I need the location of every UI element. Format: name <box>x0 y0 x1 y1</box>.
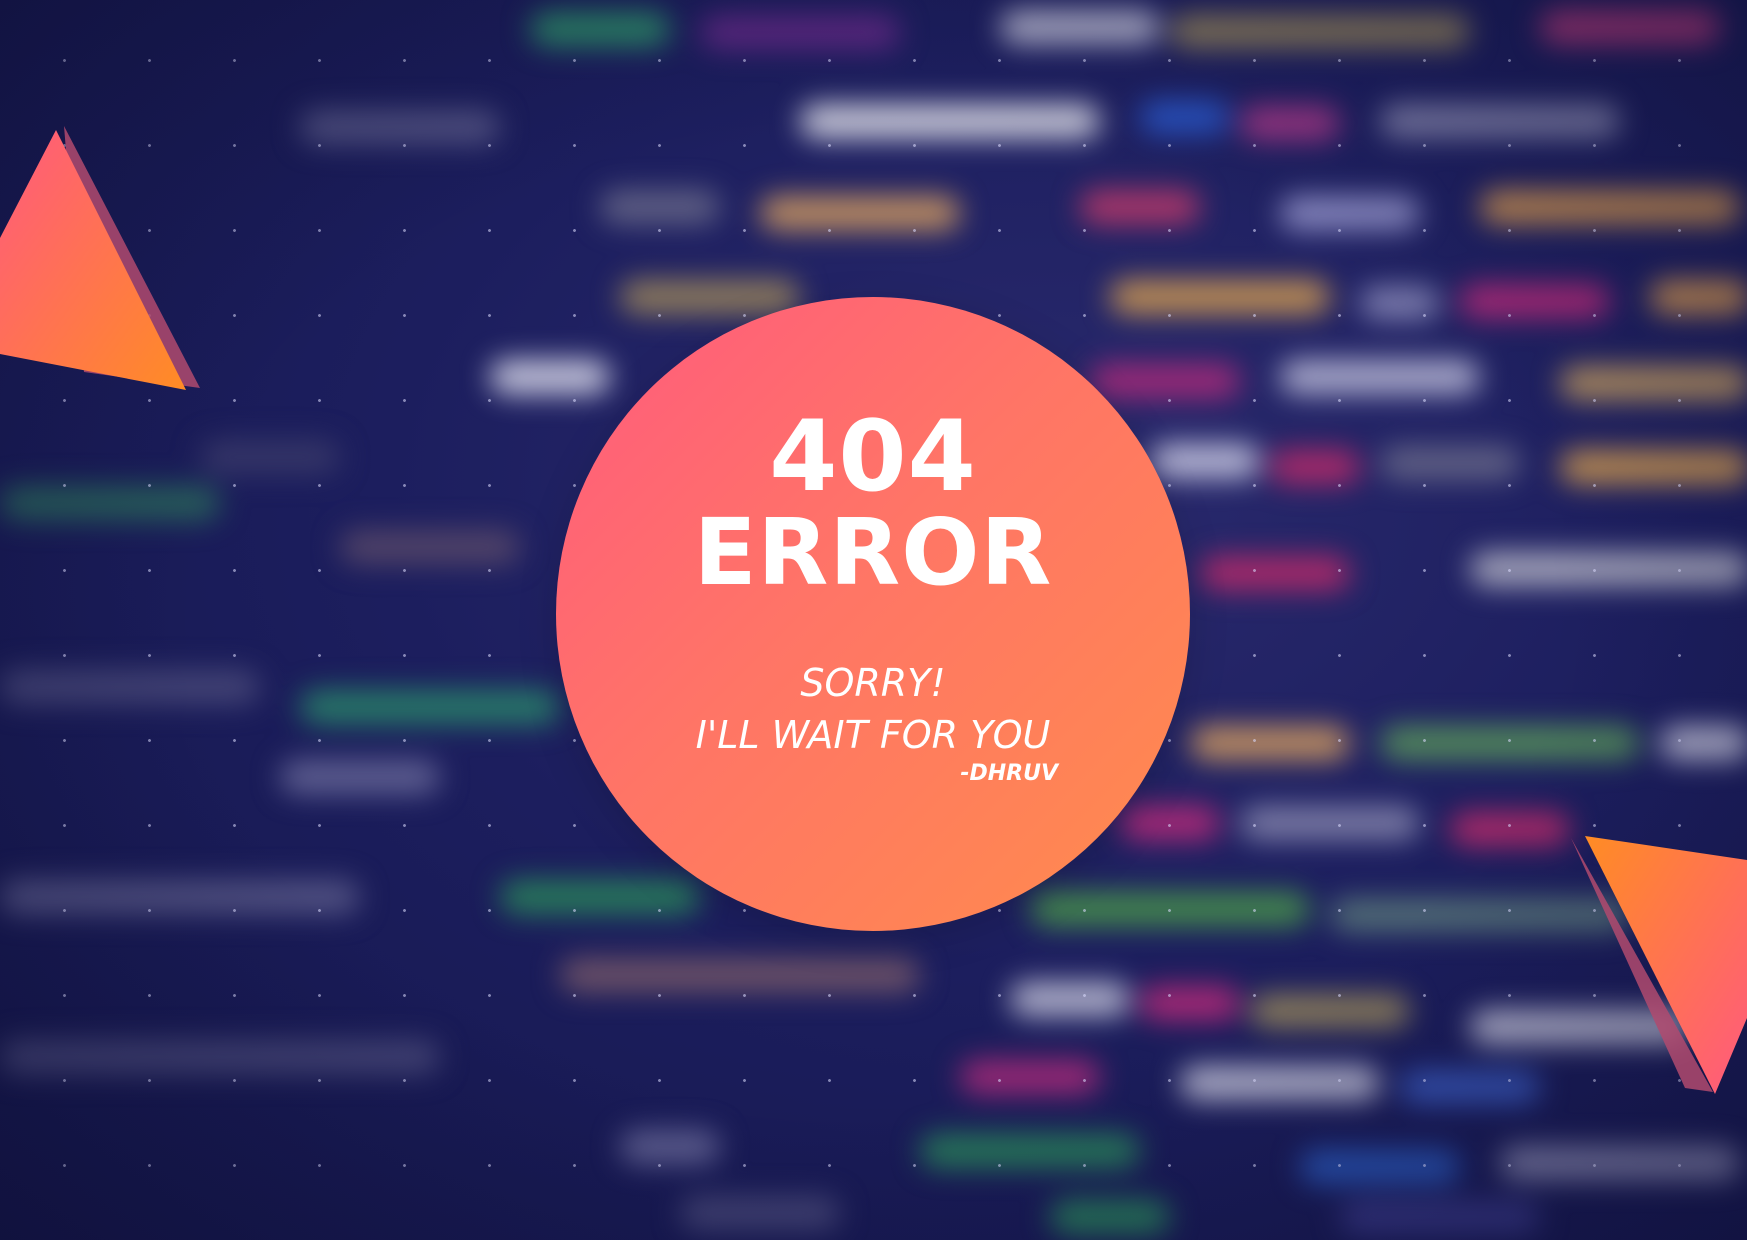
triangle-icon <box>0 126 200 390</box>
error-title: ERROR <box>693 499 1053 606</box>
error-circle: 404 ERROR SORRY! I'LL WAIT FOR YOU -DHRU… <box>556 297 1190 931</box>
signature: -DHRUV <box>960 761 1058 786</box>
wait-message: I'LL WAIT FOR YOU <box>695 713 1051 757</box>
apology-text: SORRY! <box>800 661 946 705</box>
error-code: 404 <box>769 400 977 514</box>
triangle-icon <box>1571 836 1747 1094</box>
error-page: 404 ERROR SORRY! I'LL WAIT FOR YOU -DHRU… <box>0 0 1747 1240</box>
